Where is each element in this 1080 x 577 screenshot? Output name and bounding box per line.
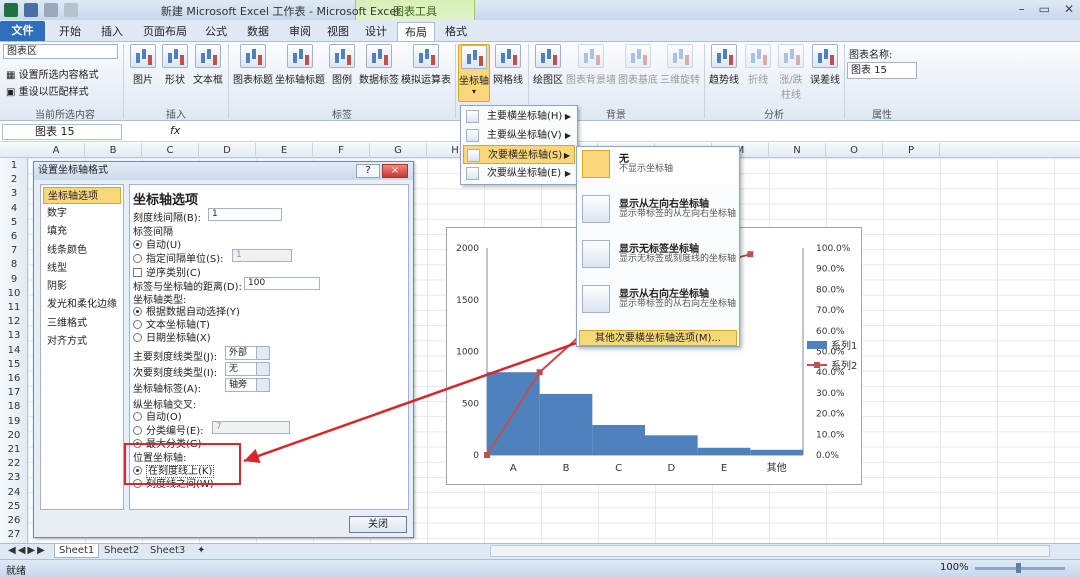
axis-icon — [466, 110, 479, 123]
primary-vertical-axis-item[interactable]: 主要纵坐标轴(V) ▶ — [463, 126, 575, 145]
chevron-right-icon: ▶ — [564, 112, 571, 121]
annotation-arrow — [243, 338, 586, 464]
secondary-vertical-axis-item[interactable]: 次要纵坐标轴(E) ▶ — [463, 164, 575, 183]
secondary-horizontal-axis-item[interactable]: 次要横坐标轴(S) ▶ — [463, 145, 575, 164]
chevron-right-icon: ▶ — [564, 131, 571, 140]
more-secondary-axis-options[interactable]: 其他次要横坐标轴选项(M)... — [579, 330, 737, 346]
axis-option-desc: 不显示坐标轴 — [619, 164, 674, 174]
axis-option-right-to-left[interactable]: 显示从右向左坐标轴 显示带标签的从右向左坐标轴 — [579, 283, 737, 327]
sheet-tab-2[interactable]: Sheet2 — [100, 544, 143, 558]
axis-option-desc: 显示带标签的从左向右坐标轴 — [619, 209, 737, 219]
primary-vertical-axis-label: 主要纵坐标轴(V) — [487, 130, 562, 141]
secondary-vertical-axis-label: 次要纵坐标轴(E) — [487, 168, 562, 179]
primary-horizontal-axis-item[interactable]: 主要横坐标轴(H) ▶ — [463, 107, 575, 126]
axis-option-left-to-right[interactable]: 显示从左向右坐标轴 显示带标签的从左向右坐标轴 — [579, 193, 737, 237]
primary-horizontal-axis-label: 主要横坐标轴(H) — [487, 111, 563, 122]
right-to-left-axis-icon — [582, 285, 610, 313]
axis-option-desc: 显示无标签或刻度线的坐标轴 — [619, 254, 737, 264]
secondary-horizontal-axis-submenu: 无不显示坐标轴 显示从左向右坐标轴 显示带标签的从左向右坐标轴 显示无标签坐标轴显… — [576, 146, 740, 347]
secondary-horizontal-axis-label: 次要横坐标轴(S) — [488, 150, 563, 161]
sheet-tab-1[interactable]: Sheet1 — [54, 544, 100, 558]
axis-option-no-labels[interactable]: 显示无标签坐标轴 显示无标签或刻度线的坐标轴 — [579, 238, 737, 282]
left-to-right-axis-icon — [582, 195, 610, 223]
axis-icon — [466, 167, 479, 180]
zoom-level[interactable]: 100% — [940, 562, 969, 573]
sheet-tab-3[interactable]: Sheet3 — [146, 544, 189, 558]
axes-dropdown-menu: 主要横坐标轴(H) ▶ 主要纵坐标轴(V) ▶ 次要横坐标轴(S) ▶ 次要纵坐标轴(… — [460, 105, 578, 185]
status-ready: 就绪 — [6, 566, 26, 577]
chevron-right-icon: ▶ — [564, 169, 571, 178]
axis-option-desc: 显示带标签的从右向左坐标轴 — [619, 299, 737, 309]
status-bar — [0, 559, 1080, 577]
new-sheet-icon[interactable]: ✦ — [193, 544, 209, 558]
no-axis-icon — [582, 150, 610, 178]
axis-icon — [467, 149, 480, 162]
no-label-axis-icon — [582, 240, 610, 268]
sheet-nav-arrows-icon[interactable]: ◀◀▶▶ — [4, 544, 51, 558]
axis-icon — [466, 129, 479, 142]
horizontal-scrollbar[interactable] — [490, 545, 1050, 557]
zoom-slider-handle[interactable] — [1016, 563, 1021, 573]
axis-option-none[interactable]: 无不显示坐标轴 — [579, 148, 737, 184]
chevron-right-icon: ▶ — [563, 151, 570, 160]
